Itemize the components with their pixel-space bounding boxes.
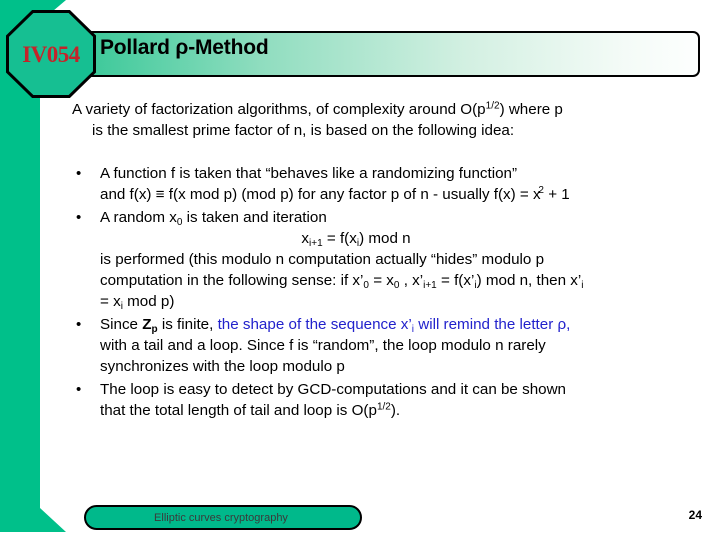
bullet3-line2: with a tail and a loop. Since f is “rand… (100, 336, 546, 354)
bullet-list: • A function f is taken that “behaves li… (0, 164, 720, 422)
bullet1-line2-text: and f(x) ≡ f(x mod p) (mod p) for any fa… (100, 185, 541, 203)
intro-line1-text: A variety of factorization algorithms, o… (72, 101, 486, 118)
bullet2-line4-sub3: i+1 (423, 279, 437, 291)
intro-paragraph: A variety of factorization algorithms, o… (72, 100, 696, 142)
bullet2-line4: computation in the following sense: if x… (100, 271, 698, 292)
bullet2-line4-b: = x (368, 271, 394, 289)
intro-line1-tail: ) where p (499, 101, 563, 118)
bullet3-seg2: is finite, (157, 315, 218, 333)
bullet1-line1: A function f is taken that “behaves like… (100, 164, 518, 182)
bullet3-highlight-b: will remind the letter ρ, (414, 315, 571, 333)
course-code-badge: IV054 (6, 10, 96, 98)
bullet2-line4-a: computation in the following sense: if x… (100, 271, 364, 289)
formula-c: ) mod n (359, 229, 411, 247)
bullet-marker-icon: • (76, 209, 82, 227)
slide-body: A variety of factorization algorithms, o… (0, 100, 720, 424)
page-title: Pollard ρ-Method (100, 36, 269, 59)
bullet2-line4-e: ) mod n, then x’ (476, 271, 582, 289)
formula-b: = f(x (322, 229, 357, 247)
bullet2-line5-b: mod p) (122, 292, 175, 310)
bullet-marker-icon: • (76, 316, 82, 334)
bullet1-line2: and f(x) ≡ f(x mod p) (mod p) for any fa… (100, 185, 698, 206)
bullet3-line1: Since Zp is finite, the shape of the seq… (100, 315, 698, 336)
formula-a: x (301, 229, 309, 247)
list-item: • A random x0 is taken and iteration xi+… (0, 208, 720, 313)
bullet3-seg1: Since (100, 315, 143, 333)
formula-sub1: i+1 (309, 237, 323, 249)
bullet2-line1-a: A random x (100, 208, 177, 226)
bullet3-highlight-a: the shape of the sequence x’ (217, 315, 412, 333)
bullet2-line3: is performed (this modulo n computation … (100, 250, 545, 268)
bullet2-line5: = xi mod p) (100, 292, 698, 313)
bullet2-line1: A random x0 is taken and iteration (100, 208, 698, 229)
bullet-marker-icon: • (76, 165, 82, 183)
bullet2-line4-c: , x’ (399, 271, 424, 289)
bullet4-line2-b: ). (390, 401, 401, 419)
bullet3-symbol-Z: Z (142, 315, 152, 333)
bullet2-line1-b: is taken and iteration (182, 208, 327, 226)
intro-line2: is the smallest prime factor of n, is ba… (92, 121, 515, 139)
bullet2-line4-d: = f(x’ (436, 271, 475, 289)
footer-label: Elliptic curves cryptography (154, 511, 288, 524)
bullet1-line2-tail: + 1 (543, 185, 570, 203)
list-item: • Since Zp is finite, the shape of the s… (0, 315, 720, 378)
list-item: • The loop is easy to detect by GCD-comp… (0, 380, 720, 422)
bullet4-line1: The loop is easy to detect by GCD-comput… (100, 380, 566, 398)
page-number: 24 (688, 508, 702, 522)
bullet2-formula: xi+1 = f(xi) mod n (100, 229, 698, 250)
footer-pill: Elliptic curves cryptography (84, 505, 362, 530)
intro-line1-exponent: 1/2 (485, 100, 500, 112)
bullet4-line2-a: that the total length of tail and loop i… (100, 401, 377, 419)
bullet2-line4-sub5: i (581, 279, 584, 291)
course-code-label: IV054 (22, 42, 80, 67)
bullet2-line5-a: = x (100, 292, 121, 310)
bullet4-line2: that the total length of tail and loop i… (100, 401, 698, 422)
bullet3-line3: synchronizes with the loop modulo p (100, 357, 345, 375)
list-item: • A function f is taken that “behaves li… (0, 164, 720, 206)
bullet-marker-icon: • (76, 380, 82, 398)
bullet4-exponent: 1/2 (376, 401, 391, 413)
